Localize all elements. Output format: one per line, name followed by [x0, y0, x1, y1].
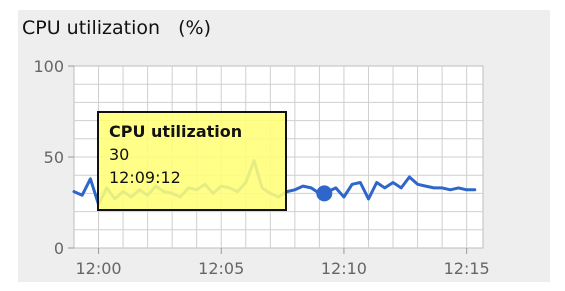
x-tick-label: 12:05 — [198, 259, 244, 278]
x-tick-label: 12:00 — [75, 259, 121, 278]
x-tick-label: 12:15 — [444, 259, 490, 278]
chart-tooltip: CPU utilization 30 12:09:12 — [97, 111, 287, 211]
chart-panel: CPU utilization (%) 0 50 100 12:00 12:05 12:1… — [0, 0, 565, 291]
x-tick-label: 12:10 — [321, 259, 367, 278]
tooltip-title: CPU utilization — [109, 122, 243, 141]
y-tick-label: 0 — [54, 239, 64, 258]
highlight-point — [316, 185, 333, 202]
y-tick-label: 50 — [44, 148, 64, 167]
tooltip-value: 30 — [109, 145, 130, 164]
y-tick-label: 100 — [33, 57, 64, 76]
tooltip-time: 12:09:12 — [109, 168, 181, 187]
